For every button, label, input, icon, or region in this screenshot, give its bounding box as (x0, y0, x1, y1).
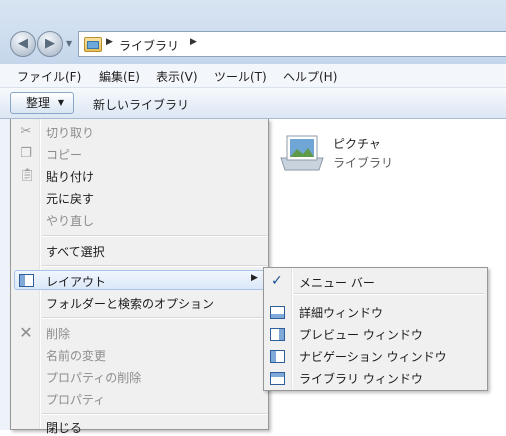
copy-icon: ❐ (20, 146, 32, 161)
layout-icon (19, 274, 34, 287)
layout-submenu: ✓ メニュー バー 詳細ウィンドウ プレビュー ウィンドウ ナビゲーション ウィ… (263, 267, 488, 391)
command-bar: 整理 ▼ 新しいライブラリ (0, 88, 506, 119)
cut-icon: ✂ (20, 124, 32, 139)
menu-help[interactable]: ヘルプ(H) (283, 68, 337, 85)
menu-separator (42, 413, 267, 415)
menu-bar: ファイル(F) 編集(E) 表示(V) ツール(T) ヘルプ(H) (0, 64, 506, 88)
menu-item-remove-properties[interactable]: プロパティの削除 (46, 369, 141, 386)
pictures-library-icon[interactable] (277, 130, 327, 174)
submenu-item-library-pane[interactable]: ライブラリ ウィンドウ (299, 370, 423, 387)
organize-menu: ✂ 切り取り ❐ コピー 📋︎ 貼り付け 元に戻す やり直し すべて選択 レイア… (10, 119, 269, 435)
back-button[interactable]: ◀ (10, 31, 36, 57)
menu-item-properties[interactable]: プロパティ (46, 391, 105, 408)
menu-tools[interactable]: ツール(T) (214, 68, 267, 85)
pictures-library-type: ライブラリ (333, 156, 394, 170)
submenu-item-preview-pane[interactable]: プレビュー ウィンドウ (299, 326, 423, 343)
pictures-library-name[interactable]: ピクチャ (333, 135, 381, 152)
breadcrumb-libraries[interactable]: ライブラリ (119, 37, 179, 54)
organize-label: 整理 (26, 96, 51, 110)
menu-item-select-all[interactable]: すべて選択 (46, 243, 105, 260)
submenu-gutter (291, 268, 293, 390)
submenu-item-details-pane[interactable]: 詳細ウィンドウ (299, 304, 383, 321)
menu-item-copy[interactable]: コピー (46, 146, 82, 163)
menu-item-rename[interactable]: 名前の変更 (46, 347, 106, 364)
new-library-button[interactable]: 新しいライブラリ (93, 96, 189, 113)
paste-icon: 📋︎ (19, 168, 36, 183)
menu-item-delete[interactable]: 削除 (46, 325, 70, 342)
preview-pane-icon (270, 328, 285, 341)
breadcrumb-arrow-icon[interactable]: ▶ (190, 37, 197, 47)
submenu-item-navigation-pane[interactable]: ナビゲーション ウィンドウ (299, 348, 447, 365)
menu-view[interactable]: 表示(V) (156, 68, 198, 85)
forward-button[interactable]: ▶ (37, 31, 63, 57)
submenu-arrow-icon: ▶ (251, 273, 258, 283)
menu-separator (42, 265, 267, 267)
recent-pages-dropdown[interactable]: ▼ (66, 39, 72, 48)
menu-item-folder-options[interactable]: フォルダーと検索のオプション (46, 295, 214, 312)
menu-item-redo[interactable]: やり直し (46, 212, 94, 229)
submenu-separator (294, 293, 484, 295)
library-pane-icon (270, 372, 285, 385)
menu-item-paste[interactable]: 貼り付け (46, 168, 94, 185)
details-pane-icon (270, 306, 285, 319)
menu-file[interactable]: ファイル(F) (17, 68, 81, 85)
chevron-down-icon: ▼ (57, 98, 64, 107)
library-folder-icon (84, 37, 102, 52)
delete-icon: ✕ (19, 323, 33, 342)
menu-item-close[interactable]: 閉じる (46, 419, 82, 436)
address-bar[interactable]: ▶ ライブラリ ▶ (78, 31, 506, 57)
organize-button[interactable]: 整理 ▼ (10, 92, 74, 114)
menu-item-layout[interactable]: レイアウト (46, 273, 106, 290)
window-chrome: ◀ ▶ ▼ ▶ ライブラリ ▶ (0, 0, 506, 64)
menu-separator (42, 317, 267, 319)
menu-edit[interactable]: 編集(E) (99, 68, 140, 85)
breadcrumb-arrow-icon[interactable]: ▶ (106, 37, 113, 47)
menu-separator (42, 235, 267, 237)
menu-item-undo[interactable]: 元に戻す (46, 190, 94, 207)
menu-item-cut[interactable]: 切り取り (46, 124, 94, 141)
checkmark-icon: ✓ (271, 273, 283, 289)
submenu-item-menu-bar[interactable]: メニュー バー (299, 274, 375, 291)
navigation-pane-icon (270, 350, 285, 363)
